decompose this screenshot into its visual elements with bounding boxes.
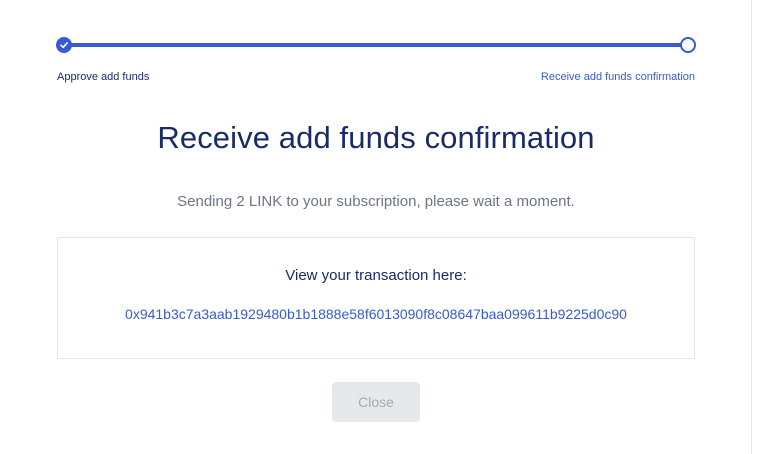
transaction-hash-link[interactable]: 0x941b3c7a3aab1929480b1b1888e58f6013090f… [58, 306, 694, 322]
step-label-receive: Receive add funds confirmation [540, 71, 695, 83]
stepper-progress-line [64, 43, 688, 47]
step-complete-check-icon [56, 37, 72, 53]
step-current-indicator [680, 37, 696, 53]
step-label-approve: Approve add funds [57, 71, 150, 83]
close-button[interactable]: Close [332, 382, 420, 422]
add-funds-dialog: Approve add funds Receive add funds conf… [0, 0, 760, 454]
window-edge-divider [751, 0, 760, 454]
transaction-label: View your transaction here: [285, 267, 467, 284]
transaction-panel: View your transaction here: 0x941b3c7a3a… [57, 237, 695, 359]
status-message: Sending 2 LINK to your subscription, ple… [177, 193, 575, 210]
page-title: Receive add funds confirmation [157, 120, 595, 155]
progress-stepper [56, 36, 696, 56]
